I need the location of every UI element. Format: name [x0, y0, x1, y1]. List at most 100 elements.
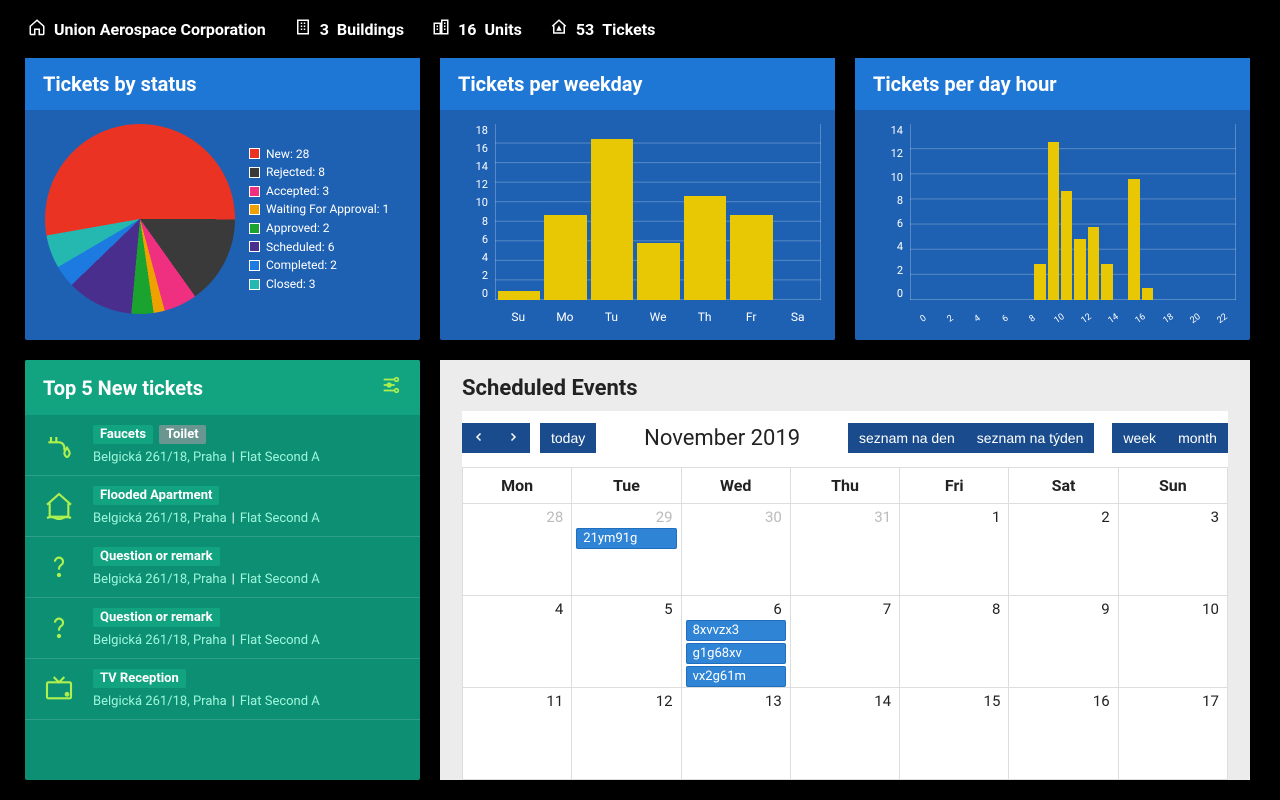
day-number: 6 — [773, 600, 781, 618]
calendar-day-cell[interactable]: 28 — [463, 504, 572, 596]
calendar-day-cell[interactable]: 30 — [681, 504, 790, 596]
day-number: 7 — [883, 600, 891, 618]
calendar-day-cell[interactable]: 17 — [1118, 688, 1227, 780]
view-week-button[interactable]: week — [1112, 423, 1167, 453]
calendar-day-cell[interactable]: 15 — [900, 688, 1009, 780]
day-number: 17 — [1202, 692, 1219, 710]
filter-icon[interactable] — [380, 374, 402, 401]
calendar-weekday-header: Wed — [681, 468, 790, 504]
day-number: 10 — [1202, 600, 1219, 618]
calendar-day-cell[interactable]: 1 — [900, 504, 1009, 596]
card-title: Tickets per day hour — [855, 58, 1250, 110]
day-number: 1 — [992, 508, 1000, 526]
calendar-day-cell[interactable]: 3 — [1118, 504, 1227, 596]
bar — [1074, 239, 1085, 300]
chart-x-axis: SuMoTuWeThFrSa — [495, 310, 821, 324]
bar — [498, 291, 540, 300]
calendar-day-cell[interactable]: 16 — [1009, 688, 1118, 780]
bar — [1061, 191, 1072, 300]
card-title: Top 5 New tickets — [43, 376, 203, 400]
ticket-item[interactable]: Question or remark Belgická 261/18, Praha… — [25, 537, 420, 598]
buildings-label: Buildings — [337, 20, 404, 39]
units-label: Units — [484, 20, 521, 39]
day-number: 28 — [546, 508, 563, 526]
view-list-week-button[interactable]: seznam na týden — [966, 423, 1095, 453]
ticket-item[interactable]: Flooded ApartmentBelgická 261/18, Praha|… — [25, 476, 420, 537]
buildings-count: 3 — [320, 20, 329, 39]
calendar-day-cell[interactable]: 6 8xvvzx3g1g68xvvx2g61m — [681, 596, 790, 688]
ticket-tag: TV Reception — [93, 669, 186, 688]
calendar-event[interactable]: 8xvvzx3 — [686, 620, 786, 641]
ticket-tag: Question or remark — [93, 608, 220, 627]
legend-item: Rejected: 8 — [249, 163, 389, 182]
calendar-day-cell[interactable]: 9 — [1009, 596, 1118, 688]
ticket-unit: Flat Second A — [240, 450, 320, 465]
calendar-day-cell[interactable]: 11 — [463, 688, 572, 780]
calendar-day-cell[interactable]: 13 — [681, 688, 790, 780]
calendar-next-button[interactable] — [496, 423, 530, 453]
bar — [1034, 264, 1045, 300]
bar-chart-hour — [913, 130, 1234, 300]
calendar-month-title: November 2019 — [644, 426, 800, 451]
calendar-weekday-header: Sat — [1009, 468, 1118, 504]
page-header: Union Aerospace Corporation 3 Buildings … — [0, 0, 1280, 58]
legend-item: Accepted: 3 — [249, 182, 389, 201]
today-button[interactable]: today — [540, 423, 596, 453]
day-number: 31 — [874, 508, 891, 526]
ticket-item[interactable]: Question or remarkBelgická 261/18, Praha… — [25, 598, 420, 659]
ticket-address: Belgická 261/18, Praha — [93, 450, 227, 465]
view-month-button[interactable]: month — [1167, 423, 1228, 453]
bar — [591, 139, 633, 300]
faucet-icon — [41, 427, 77, 463]
question-icon — [41, 549, 77, 585]
calendar-day-cell[interactable]: 29 21ym91g — [572, 504, 681, 596]
pie-chart — [45, 124, 235, 314]
calendar-event[interactable]: 21ym91g — [576, 528, 676, 549]
card-title: Tickets by status — [25, 58, 420, 110]
bar-chart-weekday — [498, 130, 819, 300]
tv-icon — [41, 671, 77, 707]
header-company[interactable]: Union Aerospace Corporation — [28, 18, 266, 40]
header-buildings[interactable]: 3 Buildings — [294, 18, 404, 40]
calendar-grid: MonTueWedThuFriSatSun 282921ym91g3031123… — [462, 467, 1228, 780]
calendar-toolbar: today November 2019 seznam na den seznam… — [462, 415, 1228, 467]
card-tickets-per-hour: Tickets per day hour 02468101214 0246810… — [855, 58, 1250, 340]
legend-item: Completed: 2 — [249, 256, 389, 275]
day-number: 12 — [656, 692, 673, 710]
calendar-event[interactable]: vx2g61m — [686, 666, 786, 687]
calendar-event[interactable]: g1g68xv — [686, 643, 786, 664]
chart-x-axis: 0246810121416182022 — [910, 314, 1236, 324]
calendar-day-cell[interactable]: 2 — [1009, 504, 1118, 596]
day-number: 16 — [1093, 692, 1110, 710]
header-units[interactable]: 16 Units — [432, 18, 522, 40]
calendar-day-cell[interactable]: 10 — [1118, 596, 1227, 688]
calendar-weekday-header: Sun — [1118, 468, 1227, 504]
ticket-tag: Question or remark — [93, 547, 220, 566]
day-number: 5 — [664, 600, 672, 618]
day-number: 2 — [1101, 508, 1109, 526]
ticket-list: FaucetsToiletBelgická 261/18, Praha|Flat… — [25, 415, 420, 720]
calendar-day-cell[interactable]: 14 — [790, 688, 899, 780]
calendar-day-cell[interactable]: 31 — [790, 504, 899, 596]
home-icon — [28, 18, 46, 40]
pie-legend: New: 28Rejected: 8Accepted: 3Waiting For… — [249, 145, 389, 294]
view-list-day-button[interactable]: seznam na den — [848, 423, 966, 453]
calendar-day-cell[interactable]: 12 — [572, 688, 681, 780]
ticket-tag: Faucets — [93, 425, 153, 444]
calendar-day-cell[interactable]: 7 — [790, 596, 899, 688]
calendar-day-cell[interactable]: 8 — [900, 596, 1009, 688]
day-number: 29 — [656, 508, 673, 526]
calendar-day-cell[interactable]: 4 — [463, 596, 572, 688]
ticket-item[interactable]: TV ReceptionBelgická 261/18, Praha|Flat … — [25, 659, 420, 720]
ticket-item[interactable]: FaucetsToiletBelgická 261/18, Praha|Flat… — [25, 415, 420, 476]
legend-item: Waiting For Approval: 1 — [249, 200, 389, 219]
calendar-prev-button[interactable] — [462, 423, 496, 453]
bar — [1048, 142, 1059, 300]
calendar-day-cell[interactable]: 5 — [572, 596, 681, 688]
header-tickets[interactable]: 53 Tickets — [550, 18, 656, 40]
bar — [544, 215, 586, 300]
ticket-address: Belgická 261/18, Praha — [93, 511, 227, 526]
calendar-weekday-header: Tue — [572, 468, 681, 504]
card-top-new-tickets: Top 5 New tickets FaucetsToiletBelgická … — [25, 360, 420, 780]
ticket-address: Belgická 261/18, Praha — [93, 572, 227, 587]
